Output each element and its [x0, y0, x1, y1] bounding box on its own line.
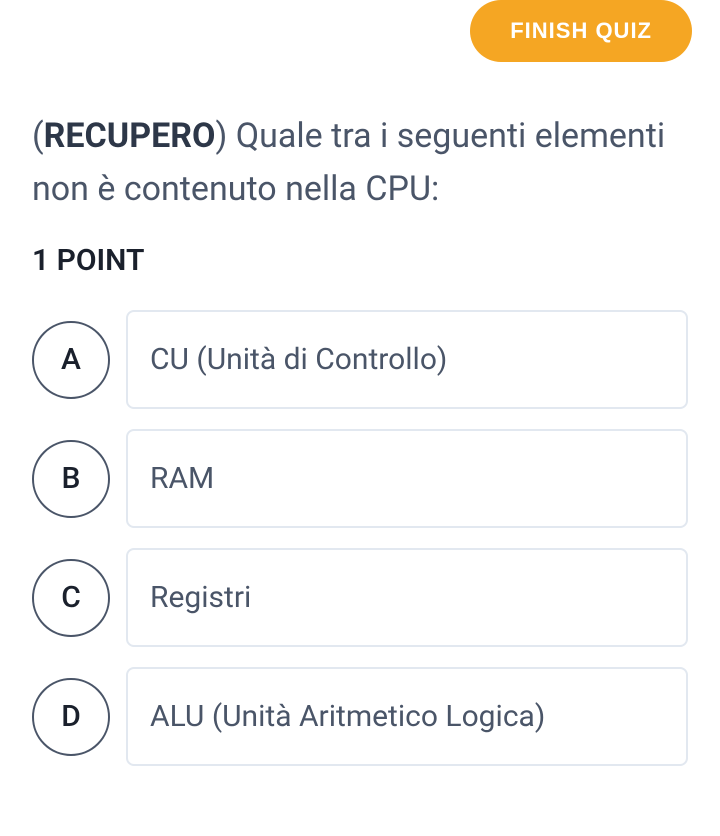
finish-quiz-button[interactable]: FINISH QUIZ [470, 0, 692, 62]
option-a[interactable]: A CU (Unità di Controllo) [32, 310, 688, 409]
options-list: A CU (Unità di Controllo) B RAM C Regist… [32, 310, 688, 766]
points-label: 1 POINT [32, 243, 688, 278]
option-letter-c: C [32, 559, 110, 637]
question-text: (RECUPERO) Quale tra i seguenti elementi… [32, 110, 688, 215]
option-d[interactable]: D ALU (Unità Aritmetico Logica) [32, 667, 688, 766]
option-letter-a: A [32, 321, 110, 399]
question-prefix-bold: RECUPERO [44, 116, 216, 156]
option-text-b[interactable]: RAM [126, 429, 688, 528]
option-c[interactable]: C Registri [32, 548, 688, 647]
option-letter-d: D [32, 678, 110, 756]
option-b[interactable]: B RAM [32, 429, 688, 528]
question-prefix-open: ( [32, 116, 44, 156]
option-text-a[interactable]: CU (Unità di Controllo) [126, 310, 688, 409]
quiz-content: (RECUPERO) Quale tra i seguenti elementi… [0, 0, 720, 766]
option-text-c[interactable]: Registri [126, 548, 688, 647]
option-letter-b: B [32, 440, 110, 518]
question-prefix-close: ) [215, 116, 227, 156]
option-text-d[interactable]: ALU (Unità Aritmetico Logica) [126, 667, 688, 766]
